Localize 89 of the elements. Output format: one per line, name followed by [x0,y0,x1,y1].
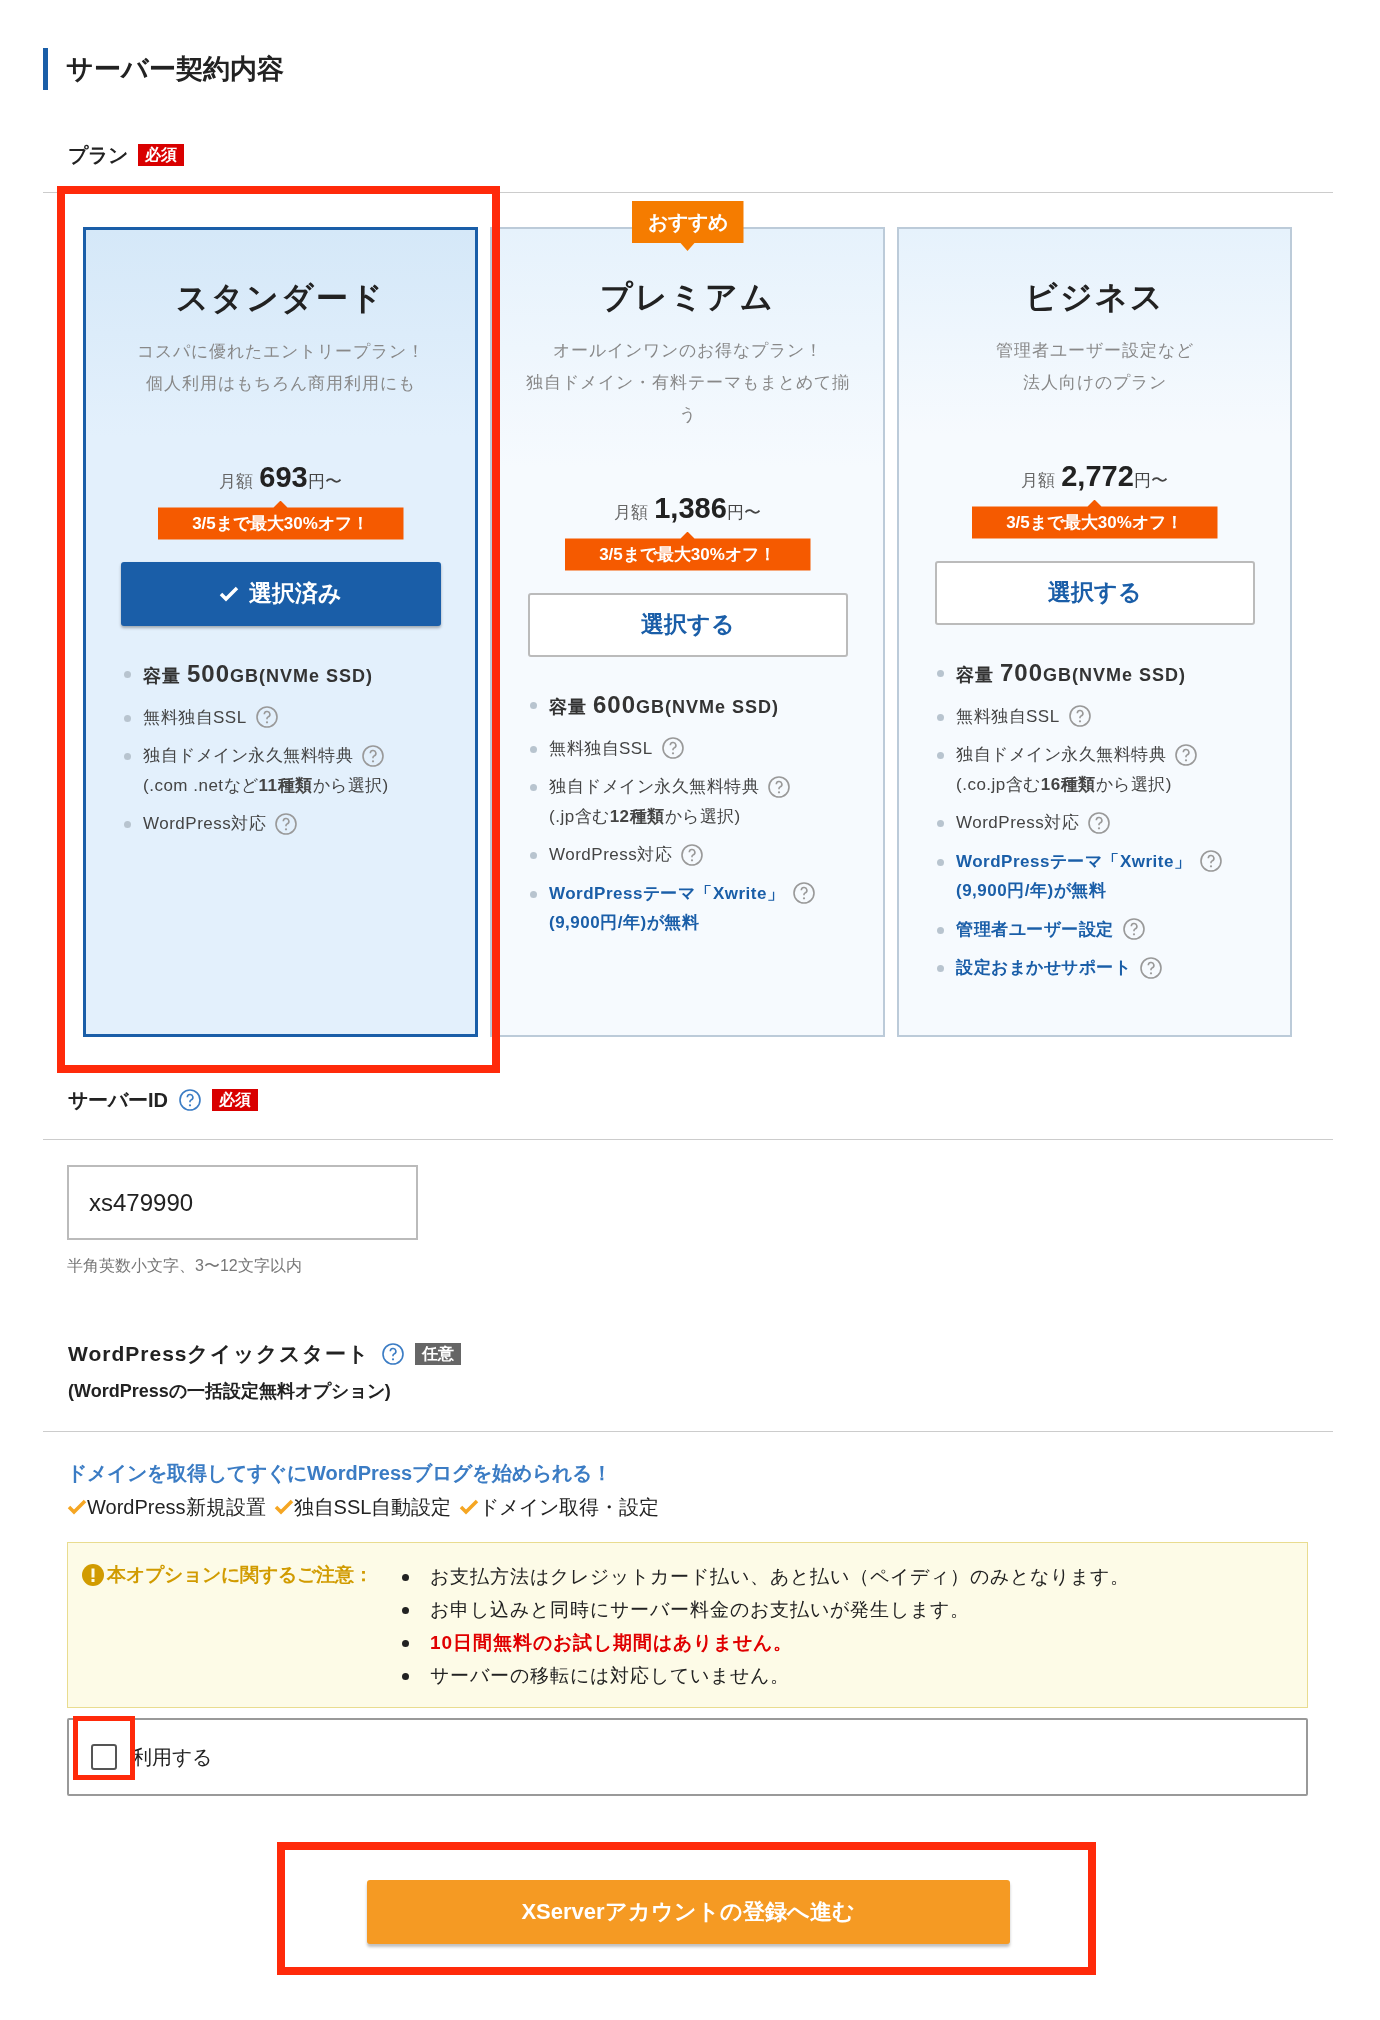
plan-description: コスパに優れたエントリープラン！ [136,341,425,363]
optional-badge: 任意 [414,1342,461,1365]
price-unit: 円〜 [1133,470,1168,492]
feature-text: 容量 600GB(NVMe SSD) [549,689,780,720]
feature-text: 独自ドメイン永久無料特典 [143,745,353,767]
help-icon[interactable] [660,736,685,761]
feature-text: 独自ドメイン永久無料特典 [956,744,1166,766]
field-label: プラン [68,143,128,168]
feature-text: 独自ドメイン永久無料特典 [549,776,759,798]
plan-name: プレミアム [600,278,775,317]
select-button[interactable]: 選択する [527,592,848,657]
plan-description: う [678,404,697,426]
help-icon[interactable] [1087,810,1112,835]
plan-card[interactable]: ビジネス 管理者ユーザー設定など 法人向けのプラン 月額 2,772円〜 3/5まで最大30%オフ！ 選択する 容量 700GB(NVMe SSD) 無料独自SSL 独自ドメイン永久無料特典 (.co.jp含む16種類から選択) WordPress対応 WordPressテーマ「Xwrite」 (9,900円/年)が無料 管理者ユーザー設定 設定おまかせサポート [897,227,1292,1037]
help-icon[interactable] [274,811,299,836]
price-unit: 円〜 [307,471,342,493]
price-label: 月額 [1021,470,1056,492]
discount-badge: 3/5まで最大30%オフ！ [157,500,404,540]
plan-description: 法人向けのプラン [1022,372,1167,394]
field-subtitle: (WordPressの一括設定無料オプション) [68,1379,392,1403]
feature-note: (.co.jp含む16種類から選択) [956,773,1172,796]
price-amount: 693 [259,460,308,495]
check-icon [67,1498,87,1515]
plan-card[interactable]: スタンダード コスパに優れたエントリープラン！ 個人利用はもちろん商用利用にも 月額 693円〜 3/5まで最大30%オフ！ 選択済み 容量 500GB(NVMe SSD) 無料独自SSL 独自ドメイン永久無料特典 (.com .netなど11種類から選択) WordPress対応 [83,227,478,1037]
plan-description: 独自ドメイン・有料テーマもまとめて揃 [525,372,850,394]
notice-title: 本オプションに関するご注意： [107,1562,373,1587]
plan-description: オールインワンのお得なプラン！ [552,340,823,362]
feature-text: 無料独自SSL [549,737,653,760]
price-amount: 2,772 [1061,459,1134,494]
server-id-field[interactable]: xs479990 [67,1165,418,1240]
help-icon[interactable] [1139,955,1163,980]
help-icon[interactable] [254,705,279,730]
price-label: 月額 [219,471,254,493]
warning-icon [82,1563,104,1586]
field-label: WordPressクイックスタート [68,1341,371,1367]
notice-item: サーバーの移転には対応していません。 [430,1663,790,1688]
feature-text: 設定おまかせサポート [956,957,1131,979]
highlight-frame [73,1716,135,1780]
help-icon[interactable] [380,1341,405,1366]
discount-badge: 3/5まで最大30%オフ！ [564,531,811,571]
feature-text: 容量 700GB(NVMe SSD) [956,657,1187,688]
selected-button[interactable]: 選択済み [120,561,441,626]
help-icon[interactable] [767,774,791,799]
hint-text: 半角英数小文字、3〜12文字以内 [67,1256,303,1276]
check-icon [219,585,239,602]
feature-text: WordPressテーマ「Xwrite」 [956,850,1192,873]
help-icon[interactable] [1067,704,1092,729]
notice-item: 10日間無料のお試し期間はありません。 [430,1630,794,1655]
price-unit: 円〜 [726,502,761,524]
plan-name: ビジネス [1024,278,1165,317]
help-icon[interactable] [1121,917,1146,942]
check-icon [273,1498,294,1515]
price-amount: 1,386 [654,491,727,526]
required-badge: 必須 [212,1089,258,1111]
required-badge: 必須 [138,144,184,166]
help-icon[interactable] [1199,849,1224,874]
promo-headline: ドメインを取得してすぐにWordPressブログを始められる！ [67,1460,614,1486]
feature-text: WordPress対応 [549,844,673,866]
feature-text: WordPress対応 [143,813,267,835]
feature-note: (9,900円/年)が無料 [956,880,1107,902]
check-icon [459,1498,480,1515]
section-title: サーバー契約内容 [66,52,284,86]
feature-text: 管理者ユーザー設定 [956,918,1114,941]
feature-text: WordPressテーマ「Xwrite」 [549,882,785,905]
help-icon[interactable] [680,842,705,867]
discount-badge: 3/5まで最大30%オフ！ [971,499,1218,539]
select-button[interactable]: 選択する [934,560,1255,625]
help-icon[interactable] [178,1088,202,1112]
field-label: サーバーID [68,1088,168,1113]
feature-text: WordPress対応 [956,812,1080,834]
plan-description: 管理者ユーザー設定など [995,340,1194,362]
feature-text: 無料独自SSL [143,706,247,729]
feature-check-text: WordPress新規設置 [87,1494,266,1520]
feature-text: 無料独自SSL [956,705,1060,728]
feature-check-text: 独自SSL自動設定 [293,1494,452,1520]
feature-note: (.com .netなど11種類から選択) [143,774,389,797]
plan-name: スタンダード [176,279,385,318]
feature-text: 容量 500GB(NVMe SSD) [143,658,374,689]
feature-note: (9,900円/年)が無料 [549,912,700,934]
notice-item: お申し込みと同時にサーバー料金のお支払いが発生します。 [430,1597,970,1622]
help-icon[interactable] [361,743,385,768]
notice-item: お支払方法はクレジットカード払い、あと払い（ペイディ）のみとなります。 [430,1564,1130,1589]
checkbox[interactable] [91,1743,117,1770]
feature-note: (.jp含む12種類から選択) [549,805,741,828]
feature-check-text: ドメイン取得・設定 [479,1494,660,1520]
price-label: 月額 [614,502,649,524]
plan-description: 個人利用はもちろん商用利用にも [145,373,416,395]
help-icon[interactable] [1174,742,1198,767]
help-icon[interactable] [792,881,817,906]
